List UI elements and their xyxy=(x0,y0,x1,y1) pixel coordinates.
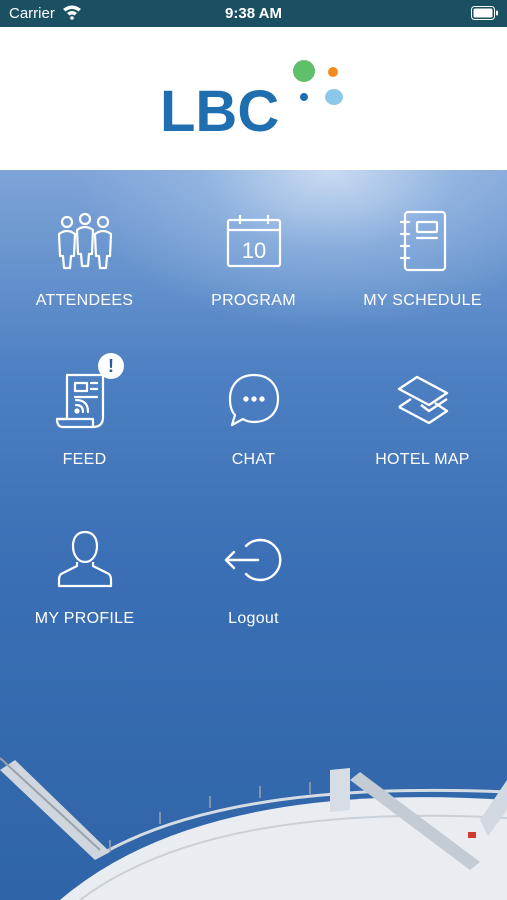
hotel-map-label: HOTEL MAP xyxy=(375,451,470,468)
my-profile-label: MY PROFILE xyxy=(34,610,135,627)
attendees-icon xyxy=(57,212,112,270)
logout-tile[interactable]: Logout xyxy=(169,528,338,628)
feed-tile[interactable]: FEED xyxy=(0,369,169,469)
feed-alert-badge: ! xyxy=(98,353,124,379)
app-screen: Carrier 9:38 AM LBC ATTENDEES 10 PROGRAM… xyxy=(0,0,507,900)
chat-tile[interactable]: CHAT xyxy=(169,369,338,469)
hotel-map-tile[interactable]: HOTEL MAP xyxy=(338,369,507,469)
feed-label: FEED xyxy=(62,451,107,468)
calendar-icon: 10 xyxy=(226,215,281,268)
notebook-icon xyxy=(399,210,446,272)
clock: 9:38 AM xyxy=(225,5,282,22)
layers-map-icon xyxy=(397,375,448,425)
profile-icon xyxy=(57,530,112,588)
logo-text: LBC xyxy=(160,79,279,137)
calendar-day: 10 xyxy=(241,238,265,263)
lbc-logo: LBC xyxy=(160,60,343,137)
storage-tank-illustration xyxy=(0,757,507,900)
battery-icon xyxy=(471,6,498,20)
logout-label: Logout xyxy=(228,610,279,627)
logout-icon xyxy=(224,538,281,582)
attendees-label: ATTENDEES xyxy=(35,292,134,309)
attendees-tile[interactable]: ATTENDEES xyxy=(0,210,169,310)
program-label: PROGRAM xyxy=(211,292,296,309)
program-tile[interactable]: 10 PROGRAM xyxy=(169,210,338,310)
header: LBC xyxy=(0,27,507,170)
chat-bubble-icon xyxy=(228,373,279,427)
chat-label: CHAT xyxy=(231,451,276,468)
my-schedule-tile[interactable]: MY SCHEDULE xyxy=(338,210,507,310)
my-schedule-label: MY SCHEDULE xyxy=(363,292,482,309)
status-bar: Carrier 9:38 AM xyxy=(0,0,507,27)
my-profile-tile[interactable]: MY PROFILE xyxy=(0,528,169,628)
